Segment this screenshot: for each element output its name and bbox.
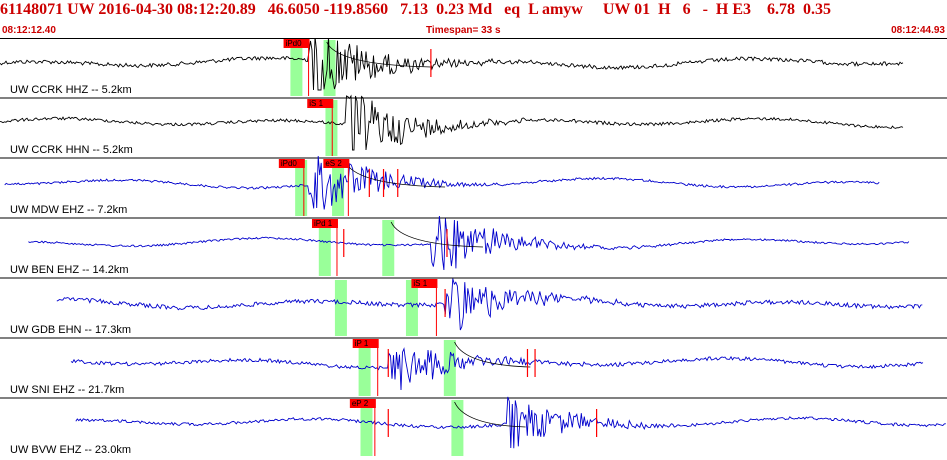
magnitude: 0.23 (436, 1, 465, 18)
waveform-trace (4, 155, 880, 210)
pick-label: eS 2 (325, 159, 342, 168)
pick-label: iS 1 (413, 279, 427, 288)
trace-panel[interactable]: iS 1 UW CCRK HHN -- 5.2km (0, 94, 947, 159)
pick-label: iPd 1 (314, 219, 333, 228)
waveform-trace (0, 38, 904, 91)
network-code: UW (67, 1, 95, 18)
station-label: UW BVW EHZ -- 23.0km (10, 444, 131, 456)
station-label: UW BEN EHZ -- 14.2km (10, 264, 129, 276)
pick-label: iP 1 (355, 339, 369, 348)
trace-panel[interactable]: eP 2 UW BVW EHZ -- 23.0km (10, 396, 946, 456)
event-id: 61148071 (0, 1, 64, 18)
magnitude-type: Md (468, 1, 493, 18)
pick-window (290, 40, 303, 96)
station-label: UW MDW EHZ -- 7.2km (10, 204, 127, 216)
trace-panel[interactable]: iPd0 UW CCRK HHZ -- 5.2km (0, 38, 947, 99)
version: 01 (634, 1, 651, 18)
station-label: UW CCRK HHZ -- 5.2km (10, 84, 132, 96)
location-code: L (528, 1, 538, 18)
timespan: Timespan= 33 s (426, 25, 501, 36)
end-time: 08:12:44.93 (891, 25, 945, 36)
pick-window (382, 220, 395, 276)
depth: 7.13 (400, 1, 429, 18)
longitude: -119.8560 (323, 1, 389, 18)
pick-window (443, 340, 456, 396)
pick-label: iS 1 (309, 99, 323, 108)
station-label: UW CCRK HHN -- 5.2km (10, 144, 133, 156)
event-type: eq (504, 1, 521, 18)
pick-label: eP 2 (352, 399, 369, 408)
station-label: UW SNI EHZ -- 21.7km (10, 384, 124, 396)
station-count: 6 (682, 1, 691, 18)
pick-window (325, 100, 338, 156)
trace-panel[interactable]: iS 1 UW GDB EHN -- 17.3km (0, 278, 947, 339)
pick-window (360, 400, 373, 456)
author: amyw (541, 1, 583, 18)
quality: H E3 (715, 1, 752, 18)
trace-panel[interactable]: iPd0 eS 2 UW MDW EHZ -- 7.2km (0, 155, 947, 219)
waveform-trace (70, 347, 924, 391)
seismogram-panels[interactable]: iPd0 UW CCRK HHZ -- 5.2km iS 1 UW CCRK HHN … (0, 38, 947, 460)
time-bar: 08:12:12.40 Timespan= 33 s 08:12:44.93 (0, 24, 947, 38)
station-label: UW GDB EHN -- 17.3km (10, 324, 131, 336)
waveform-trace (0, 94, 904, 151)
trace-panel[interactable]: iP 1 UW SNI EHZ -- 21.7km (0, 339, 947, 399)
error: 0.35 (803, 1, 832, 18)
latitude: 46.6050 (267, 1, 320, 18)
rms: 6.78 (767, 1, 796, 18)
waveform-trace (75, 396, 946, 449)
event-summary-header: 61148071 UW 2016-04-30 08:12:20.89 46.60… (0, 0, 947, 20)
source: UW (602, 1, 631, 18)
trace-panel[interactable]: iPd 1 UW BEN EHZ -- 14.2km (0, 215, 947, 279)
waveform-trace (28, 215, 910, 271)
pick-label: iPd0 (286, 39, 303, 48)
pick-window (405, 280, 418, 336)
pick-window (295, 160, 308, 216)
origin-time: 2016-04-30 08:12:20.89 (98, 1, 256, 18)
gtype: H (658, 1, 671, 18)
pick-label: iPd0 (281, 159, 298, 168)
pick-window (318, 220, 331, 276)
pick-window (334, 280, 347, 336)
waveform-canvas[interactable]: iPd0 UW CCRK HHZ -- 5.2km iS 1 UW CCRK HHN … (0, 38, 947, 460)
start-time: 08:12:12.40 (2, 25, 56, 36)
coda-curve (326, 41, 431, 68)
separator: - (702, 1, 708, 18)
waveform-trace (56, 278, 923, 331)
